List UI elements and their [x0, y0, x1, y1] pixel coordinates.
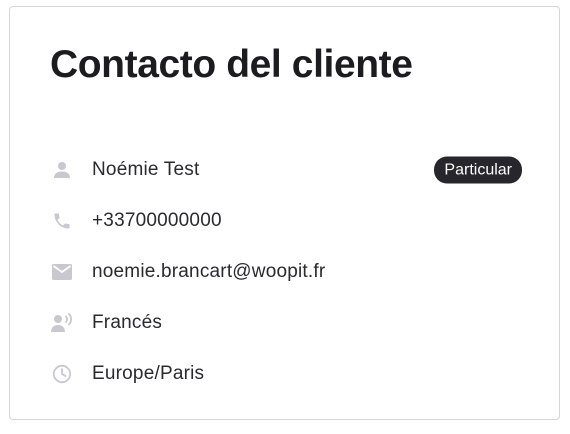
clock-icon [50, 362, 74, 386]
contact-language: Francés [92, 312, 163, 333]
contact-phone: +33700000000 [92, 210, 222, 231]
contact-timezone-row: Europe/Paris [50, 359, 522, 389]
contact-name-row: Noémie Test Particular [50, 155, 522, 185]
contact-phone-row: +33700000000 [50, 206, 522, 236]
contact-language-row: Francés [50, 308, 522, 338]
contact-email-row: noemie.brancart@woopit.fr [50, 257, 522, 287]
phone-icon [50, 209, 74, 233]
customer-contact-card: Contacto del cliente Noémie Test Particu… [9, 6, 560, 420]
email-icon [50, 260, 74, 284]
card-title: Contacto del cliente [50, 43, 413, 86]
contact-timezone: Europe/Paris [92, 363, 205, 384]
contact-name: Noémie Test [92, 159, 200, 180]
voice-speaker-icon [50, 311, 74, 335]
person-icon [50, 158, 74, 182]
customer-type-badge: Particular [434, 156, 522, 184]
contact-email: noemie.brancart@woopit.fr [92, 261, 326, 282]
